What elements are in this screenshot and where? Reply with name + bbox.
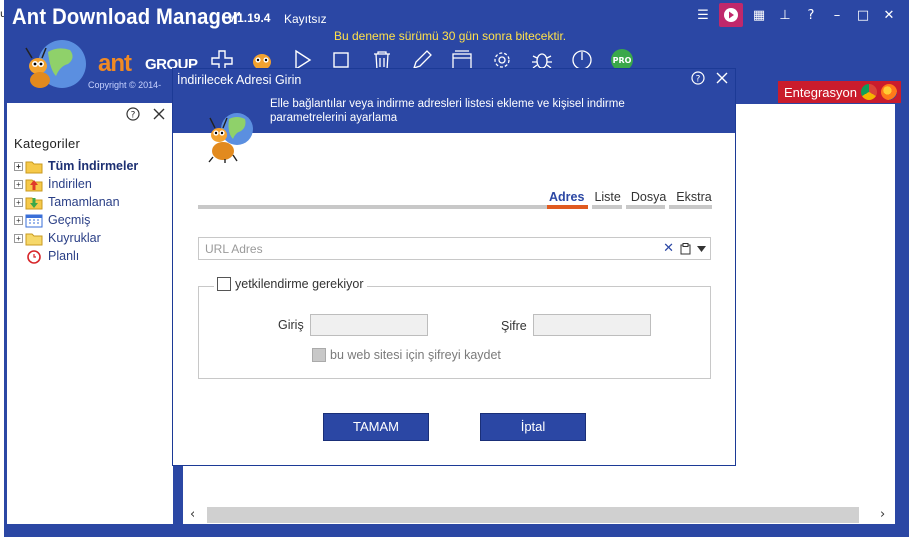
- ok-button[interactable]: TAMAM: [323, 413, 429, 441]
- maximize-icon[interactable]: □: [853, 5, 873, 25]
- dialog-help-icon[interactable]: ?: [691, 71, 705, 85]
- dialog-titlebar: İndirilecek Adresi Girin ?: [173, 69, 735, 91]
- dialog-close-icon[interactable]: [715, 71, 729, 85]
- completed-icon: [25, 197, 43, 209]
- close-icon[interactable]: ✕: [879, 5, 899, 25]
- tab-divider: [588, 205, 592, 209]
- sidebar-item-downloaded[interactable]: + İndirilen: [14, 175, 138, 193]
- sidebar-item-scheduled[interactable]: Planlı: [14, 247, 138, 265]
- dialog-title-controls: ?: [691, 71, 729, 85]
- clear-icon[interactable]: ✕: [663, 241, 674, 256]
- expand-icon[interactable]: +: [14, 179, 23, 189]
- add-url-dialog: İndirilecek Adresi Girin ? Elle bağlantı…: [172, 68, 736, 466]
- sidebar-item-label: Geçmiş: [48, 213, 91, 227]
- expand-icon[interactable]: +: [14, 215, 23, 225]
- dialog-description: Elle bağlantılar veya indirme adresleri …: [270, 98, 625, 124]
- expand-icon[interactable]: +: [14, 233, 23, 243]
- sidebar-help-icon[interactable]: ?: [126, 107, 140, 121]
- scroll-right-icon[interactable]: ›: [880, 507, 885, 522]
- sidebar-item-label: Tamamlanan: [48, 195, 120, 209]
- chevron-down-icon[interactable]: [697, 245, 706, 252]
- app-title: Ant Download Manager: [12, 4, 241, 29]
- auth-required-checkbox-row[interactable]: yetkilendirme gerekiyor: [214, 277, 367, 291]
- sidebar-close-icon[interactable]: [152, 107, 166, 121]
- ant-globe-logo-icon: [25, 40, 86, 88]
- trial-notice: Bu deneme sürümü 30 gün sonra bitecektir…: [334, 29, 567, 43]
- save-password-label: bu web sitesi için şifreyi kaydet: [330, 348, 501, 362]
- window-controls: ☰ ▦ ⊥ ? – □ ✕: [693, 3, 899, 27]
- svg-text:?: ?: [131, 111, 136, 121]
- chrome-icon[interactable]: [861, 84, 877, 100]
- tab-underline: [198, 205, 712, 209]
- url-input[interactable]: URL Adres ✕: [198, 237, 711, 260]
- scrollbar-thumb[interactable]: [207, 507, 859, 523]
- folder-icon: [25, 161, 43, 173]
- sidebar-item-history[interactable]: + Geçmiş: [14, 211, 138, 229]
- sidebar-item-label: İndirilen: [48, 177, 92, 191]
- expand-icon[interactable]: +: [14, 197, 23, 207]
- menu-icon[interactable]: ☰: [693, 5, 713, 25]
- expand-icon[interactable]: +: [14, 161, 23, 171]
- queue-folder-icon: [25, 233, 43, 245]
- url-placeholder: URL Adres: [205, 242, 263, 256]
- auth-required-label: yetkilendirme gerekiyor: [235, 277, 364, 291]
- sidebar-item-label: Tüm İndirmeler: [48, 159, 139, 173]
- integration-label: Entegrasyon: [784, 84, 857, 100]
- stats-icon[interactable]: ▦: [749, 5, 769, 25]
- svg-text:?: ?: [696, 75, 701, 85]
- dialog-title: İndirilecek Adresi Girin: [177, 73, 302, 87]
- pin-icon[interactable]: ⊥: [775, 5, 795, 25]
- category-tree: + Tüm İndirmeler + İndirilen + Tamamlana…: [14, 157, 138, 265]
- license-status: Kayıtsız: [284, 12, 327, 26]
- tab-active-indicator: [547, 205, 588, 209]
- password-field[interactable]: [533, 314, 651, 336]
- minimize-icon[interactable]: –: [827, 5, 847, 25]
- sidebar-header-controls: ?: [126, 107, 166, 121]
- sidebar-item-queues[interactable]: + Kuyruklar: [14, 229, 138, 247]
- sidebar-item-completed[interactable]: + Tamamlanan: [14, 193, 138, 211]
- save-password-row[interactable]: bu web sitesi için şifreyi kaydet: [312, 348, 501, 362]
- alarm-clock-icon: [27, 249, 41, 264]
- svg-text:PRO: PRO: [613, 56, 632, 65]
- url-field-actions: ✕: [663, 241, 706, 256]
- integration-button[interactable]: Entegrasyon: [778, 81, 901, 103]
- tab-divider: [665, 205, 669, 209]
- download-up-icon: [25, 179, 43, 191]
- brand-ant: ant: [98, 50, 132, 77]
- login-label: Giriş: [278, 318, 304, 332]
- help-icon[interactable]: ?: [801, 5, 821, 25]
- cancel-button[interactable]: İptal: [480, 413, 586, 441]
- sidebar-item-all-downloads[interactable]: + Tüm İndirmeler: [14, 157, 138, 175]
- password-label: Şifre: [501, 319, 527, 333]
- save-password-checkbox[interactable]: [312, 348, 326, 362]
- sidebar-item-label: Kuyruklar: [48, 231, 101, 245]
- sidebar-title: Kategoriler: [14, 136, 81, 151]
- ant-mascot-icon: [208, 113, 253, 163]
- sidebar-item-label: Planlı: [48, 249, 80, 263]
- app-version: v.1.19.4: [228, 11, 271, 25]
- scroll-left-icon[interactable]: ‹: [190, 507, 195, 522]
- tab-divider: [622, 205, 626, 209]
- login-field[interactable]: [310, 314, 428, 336]
- copyright: Copyright © 2014-: [88, 80, 162, 90]
- calendar-icon: [25, 214, 43, 227]
- record-play-icon[interactable]: [719, 3, 743, 27]
- paste-icon[interactable]: [680, 242, 691, 255]
- firefox-icon[interactable]: [881, 84, 897, 100]
- auth-required-checkbox[interactable]: [217, 277, 231, 291]
